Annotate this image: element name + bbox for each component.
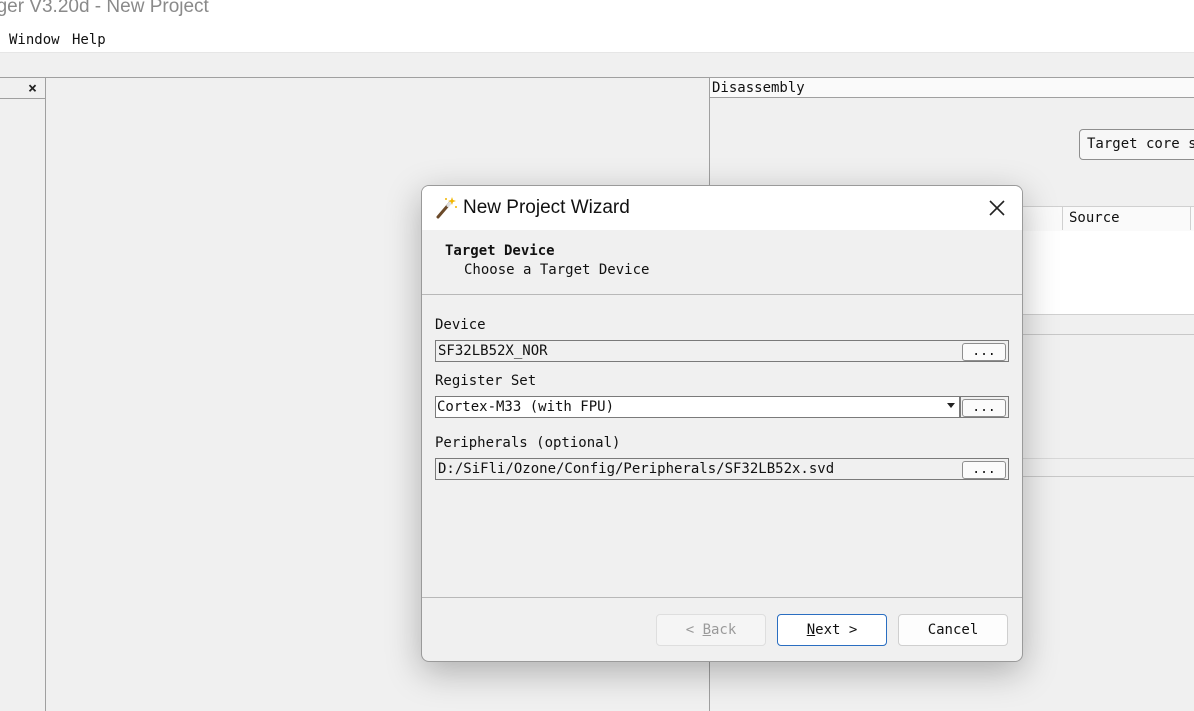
target-core-button[interactable]: Target core su: [1079, 129, 1194, 160]
source-column-header[interactable]: Source: [1062, 206, 1191, 230]
next-button-mnemonic: N: [806, 622, 816, 638]
table-body: [1023, 231, 1194, 315]
register-set-browse-button[interactable]: ...: [962, 399, 1006, 417]
new-project-wizard-dialog: New Project Wizard Target Device Choose …: [421, 185, 1023, 662]
device-label: Device: [435, 317, 486, 333]
back-button-label: ack: [711, 622, 737, 638]
magic-wand-icon: [436, 197, 457, 219]
footer-divider: [422, 597, 1022, 598]
device-value: SF32LB52X_NOR: [438, 343, 548, 359]
disassembly-title: Disassembly: [712, 80, 805, 96]
panel-divider: [1023, 458, 1194, 459]
wizard-page-title: Target Device: [445, 243, 555, 259]
menu-window[interactable]: Window: [9, 32, 60, 48]
window-title: gger V3.20d - New Project: [0, 0, 209, 17]
window-titlebar: gger V3.20d - New Project: [0, 0, 1194, 30]
register-set-select[interactable]: Cortex-M33 (with FPU): [435, 396, 960, 418]
back-button-prefix: <: [685, 622, 703, 638]
menu-help[interactable]: Help: [72, 32, 106, 48]
back-button-mnemonic: B: [702, 622, 711, 638]
register-set-value: Cortex-M33 (with FPU): [437, 399, 615, 415]
cancel-button[interactable]: Cancel: [898, 614, 1008, 646]
target-core-button-label: Target core su: [1087, 136, 1194, 152]
next-button[interactable]: Next >: [777, 614, 887, 646]
menubar: Window Help: [0, 30, 1194, 53]
dialog-titlebar: New Project Wizard: [422, 186, 1022, 230]
peripherals-label: Peripherals (optional): [435, 435, 621, 451]
panel-divider: [1023, 476, 1194, 477]
left-panel-close-icon[interactable]: ×: [28, 79, 37, 97]
next-button-label: ext >: [815, 622, 858, 638]
device-browse-button[interactable]: ...: [962, 343, 1006, 361]
close-icon[interactable]: [982, 194, 1012, 222]
toolbar: [0, 53, 1194, 78]
register-set-label: Register Set: [435, 373, 537, 389]
back-button[interactable]: < Back: [656, 614, 766, 646]
peripherals-browse-button[interactable]: ...: [962, 461, 1006, 479]
panel-divider: [1023, 334, 1194, 335]
device-field[interactable]: SF32LB52X_NOR: [435, 340, 1009, 362]
dialog-title: New Project Wizard: [463, 197, 630, 218]
source-column-label: Source: [1069, 210, 1120, 226]
wizard-page-subtitle: Choose a Target Device: [464, 262, 650, 278]
left-panel: [0, 78, 46, 711]
left-panel-header: [0, 78, 45, 99]
peripherals-field[interactable]: D:/SiFli/Ozone/Config/Peripherals/SF32LB…: [435, 458, 1009, 480]
chevron-down-icon: [947, 403, 955, 408]
peripherals-value: D:/SiFli/Ozone/Config/Peripherals/SF32LB…: [438, 461, 835, 477]
